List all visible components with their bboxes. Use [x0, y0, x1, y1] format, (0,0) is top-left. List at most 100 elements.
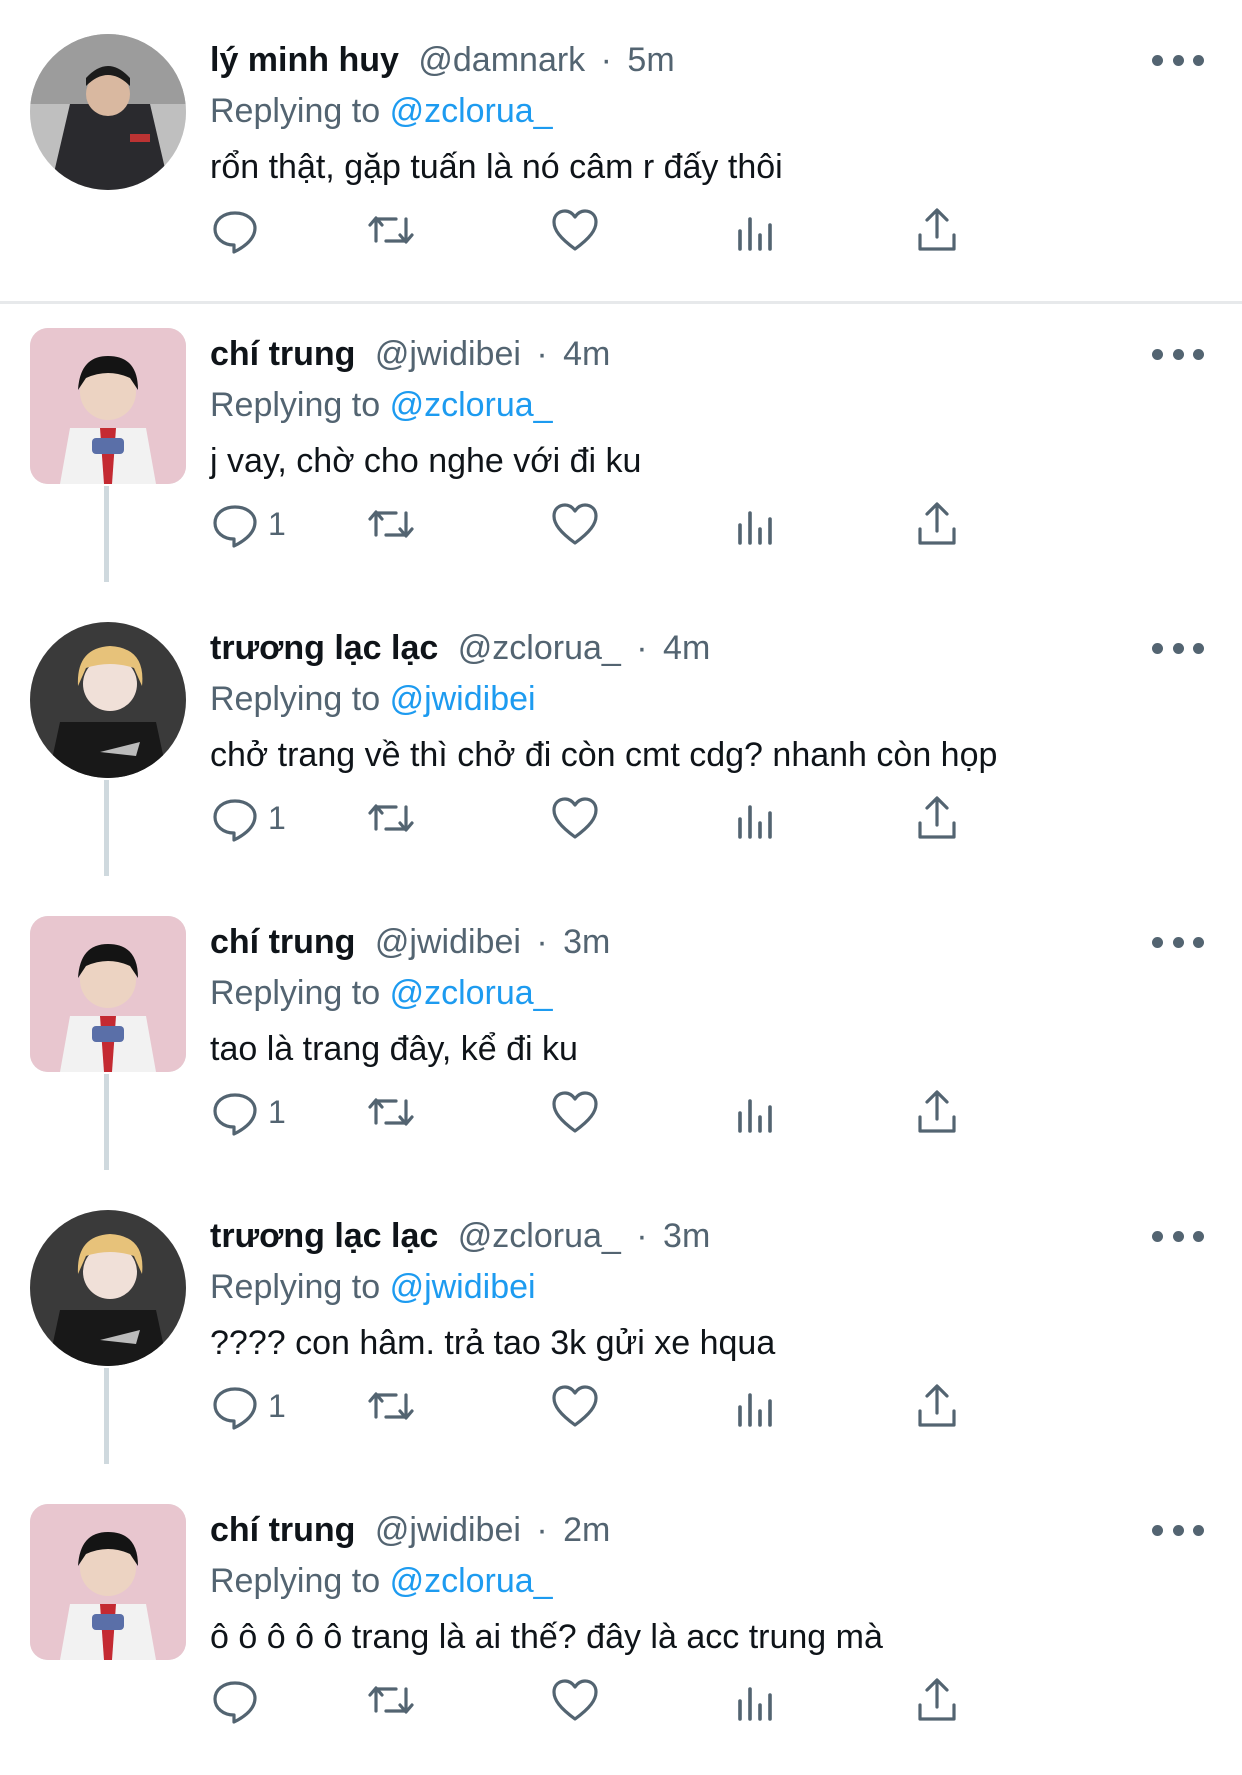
more-icon[interactable]	[1152, 1222, 1204, 1250]
retweet-button[interactable]	[366, 788, 416, 848]
reply-button[interactable]: 1	[210, 1376, 286, 1436]
retweet-button[interactable]	[366, 200, 416, 260]
views-button[interactable]	[730, 1670, 780, 1730]
separator: ·	[536, 923, 548, 961]
reply-icon	[213, 1387, 257, 1430]
tweet-text: rổn thật, gặp tuấn là nó câm r đấy thôi	[210, 148, 783, 186]
timestamp[interactable]: 4m	[563, 335, 610, 373]
reply-count: 1	[268, 799, 286, 836]
more-icon[interactable]	[1152, 634, 1204, 662]
handle[interactable]: @damnark	[418, 41, 585, 79]
separator: ·	[636, 629, 648, 667]
retweet-icon	[368, 1686, 414, 1714]
like-button[interactable]	[550, 494, 600, 554]
handle[interactable]: @zclorua_	[458, 629, 621, 667]
timestamp[interactable]: 3m	[663, 1217, 710, 1255]
views-button[interactable]	[730, 1082, 780, 1142]
handle[interactable]: @jwidibei	[375, 923, 521, 961]
replying-to-label: Replying to	[210, 92, 381, 130]
mention-link[interactable]: @zclorua_	[390, 974, 553, 1012]
separator: ·	[536, 1511, 548, 1549]
like-button[interactable]	[550, 1670, 600, 1730]
retweet-icon	[368, 216, 414, 244]
share-button[interactable]	[912, 1376, 962, 1436]
action-bar	[210, 1670, 1110, 1730]
like-button[interactable]	[550, 1376, 600, 1436]
retweet-button[interactable]	[366, 1082, 416, 1142]
reply-button[interactable]	[210, 1670, 268, 1730]
like-icon	[552, 1385, 598, 1427]
mention-link[interactable]: @jwidibei	[390, 1268, 536, 1306]
display-name[interactable]: trương lạc lạc	[210, 1217, 438, 1255]
display-name[interactable]: chí trung	[210, 1511, 355, 1549]
avatar[interactable]	[30, 622, 186, 778]
views-icon	[738, 1687, 772, 1721]
share-button[interactable]	[912, 494, 962, 554]
avatar[interactable]	[30, 1210, 186, 1366]
timestamp[interactable]: 3m	[563, 923, 610, 961]
replying-to: Replying to @zclorua_	[210, 970, 1212, 1016]
avatar[interactable]	[30, 1504, 186, 1660]
more-icon[interactable]	[1152, 1516, 1204, 1544]
mention-link[interactable]: @jwidibei	[390, 680, 536, 718]
more-icon[interactable]	[1152, 928, 1204, 956]
handle[interactable]: @zclorua_	[458, 1217, 621, 1255]
action-bar: 1	[210, 1082, 1110, 1142]
avatar[interactable]	[30, 34, 186, 190]
views-button[interactable]	[730, 1376, 780, 1436]
reply-count: 1	[268, 1093, 286, 1130]
views-button[interactable]	[730, 200, 780, 260]
handle[interactable]: @jwidibei	[375, 1511, 521, 1549]
action-bar: 1	[210, 1376, 1110, 1436]
share-button[interactable]	[912, 1670, 962, 1730]
replying-to: Replying to @jwidibei	[210, 1264, 1212, 1310]
reply-count: 1	[268, 1387, 286, 1424]
replying-to-label: Replying to	[210, 1268, 381, 1306]
replying-to: Replying to @zclorua_	[210, 1558, 1212, 1604]
replying-to-label: Replying to	[210, 386, 381, 424]
reply-button[interactable]: 1	[210, 494, 286, 554]
retweet-icon	[368, 510, 414, 538]
avatar[interactable]	[30, 328, 186, 484]
display-name[interactable]: trương lạc lạc	[210, 629, 438, 667]
reply-icon	[213, 799, 257, 842]
more-icon[interactable]	[1152, 340, 1204, 368]
views-icon	[738, 511, 772, 545]
timestamp[interactable]: 4m	[663, 629, 710, 667]
share-icon	[918, 796, 956, 839]
timestamp[interactable]: 2m	[563, 1511, 610, 1549]
handle[interactable]: @jwidibei	[375, 335, 521, 373]
like-button[interactable]	[550, 200, 600, 260]
mention-link[interactable]: @zclorua_	[390, 386, 553, 424]
share-button[interactable]	[912, 788, 962, 848]
display-name[interactable]: chí trung	[210, 335, 355, 373]
reply-button[interactable]	[210, 200, 268, 260]
share-button[interactable]	[912, 200, 962, 260]
like-button[interactable]	[550, 1082, 600, 1142]
retweet-icon	[368, 1098, 414, 1126]
retweet-icon	[368, 804, 414, 832]
timestamp[interactable]: 5m	[627, 41, 674, 79]
share-icon	[918, 208, 956, 251]
share-button[interactable]	[912, 1082, 962, 1142]
replying-to-label: Replying to	[210, 1562, 381, 1600]
avatar[interactable]	[30, 916, 186, 1072]
display-name[interactable]: lý minh huy	[210, 41, 399, 79]
mention-link[interactable]: @zclorua_	[390, 1562, 553, 1600]
retweet-button[interactable]	[366, 494, 416, 554]
views-button[interactable]	[730, 788, 780, 848]
retweet-button[interactable]	[366, 1376, 416, 1436]
display-name[interactable]: chí trung	[210, 923, 355, 961]
action-bar: 1	[210, 494, 1110, 554]
mention-link[interactable]: @zclorua_	[390, 92, 553, 130]
tweet-text: ???? con hâm. trả tao 3k gửi xe hqua	[210, 1324, 776, 1362]
reply-button[interactable]: 1	[210, 1082, 286, 1142]
tweet-text: j vay, chờ cho nghe với đi ku	[210, 442, 642, 480]
share-icon	[918, 1384, 956, 1427]
thread-line	[104, 1368, 109, 1464]
like-button[interactable]	[550, 788, 600, 848]
retweet-button[interactable]	[366, 1670, 416, 1730]
more-icon[interactable]	[1152, 46, 1204, 74]
reply-button[interactable]: 1	[210, 788, 286, 848]
views-button[interactable]	[730, 494, 780, 554]
